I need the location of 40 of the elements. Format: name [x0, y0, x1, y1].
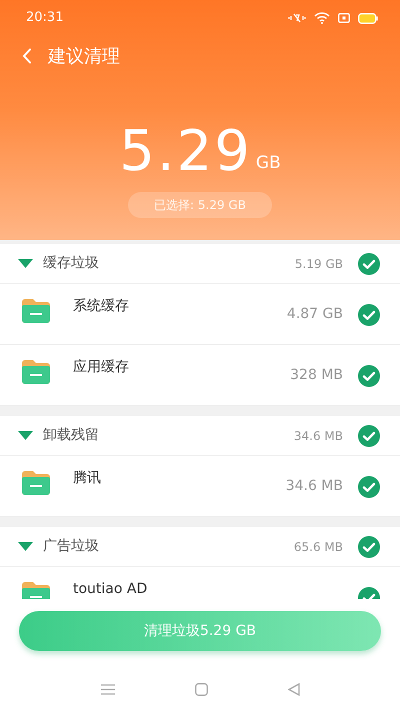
group-name: 缓存垃圾	[43, 254, 100, 273]
home-icon[interactable]	[194, 682, 208, 696]
battery-icon	[358, 12, 378, 24]
checked-icon[interactable]	[357, 252, 381, 276]
item-size: 328 MB	[290, 366, 343, 385]
group-name: 卸载残留	[43, 426, 100, 445]
back-icon[interactable]	[22, 48, 32, 64]
screen-icon	[338, 13, 350, 23]
folder-icon	[22, 360, 50, 384]
item-size: 4.87 GB	[286, 305, 343, 324]
folder-icon	[22, 471, 50, 495]
menu-icon[interactable]	[100, 684, 114, 694]
item-name: toutiao AD	[73, 580, 148, 599]
group-size: 65.6 MB	[294, 538, 343, 556]
checked-icon[interactable]	[357, 303, 381, 327]
item-name: 腾讯	[73, 469, 102, 488]
vibrate-icon	[288, 12, 306, 24]
checked-icon[interactable]	[357, 364, 381, 388]
amount-unit: GB	[256, 152, 281, 174]
selected-size-pill: 已选择: 5.29 GB	[128, 192, 272, 218]
folder-icon	[22, 299, 50, 323]
group-size: 34.6 MB	[294, 428, 343, 444]
item-size: 34.6 MB	[286, 477, 343, 496]
group-size: 5.19 GB	[294, 256, 343, 272]
collapse-triangle-icon[interactable]	[18, 259, 33, 268]
wifi-icon	[314, 12, 330, 24]
clean-button[interactable]: 清理垃圾5.29 GB	[19, 611, 381, 651]
checked-icon[interactable]	[357, 534, 381, 558]
amount-value: 5.29	[119, 124, 252, 180]
checked-icon[interactable]	[357, 424, 381, 448]
back-triangle-icon[interactable]	[288, 682, 300, 696]
status-time: 20:31	[26, 9, 64, 28]
item-name: 系统缓存	[73, 297, 130, 316]
collapse-triangle-icon[interactable]	[18, 542, 33, 551]
collapse-triangle-icon[interactable]	[18, 431, 33, 440]
item-name: 应用缓存	[73, 358, 130, 377]
page-title: 建议清理	[48, 44, 120, 68]
group-name: 广告垃圾	[43, 537, 100, 556]
checked-icon[interactable]	[357, 475, 381, 499]
folder-icon	[22, 582, 50, 599]
